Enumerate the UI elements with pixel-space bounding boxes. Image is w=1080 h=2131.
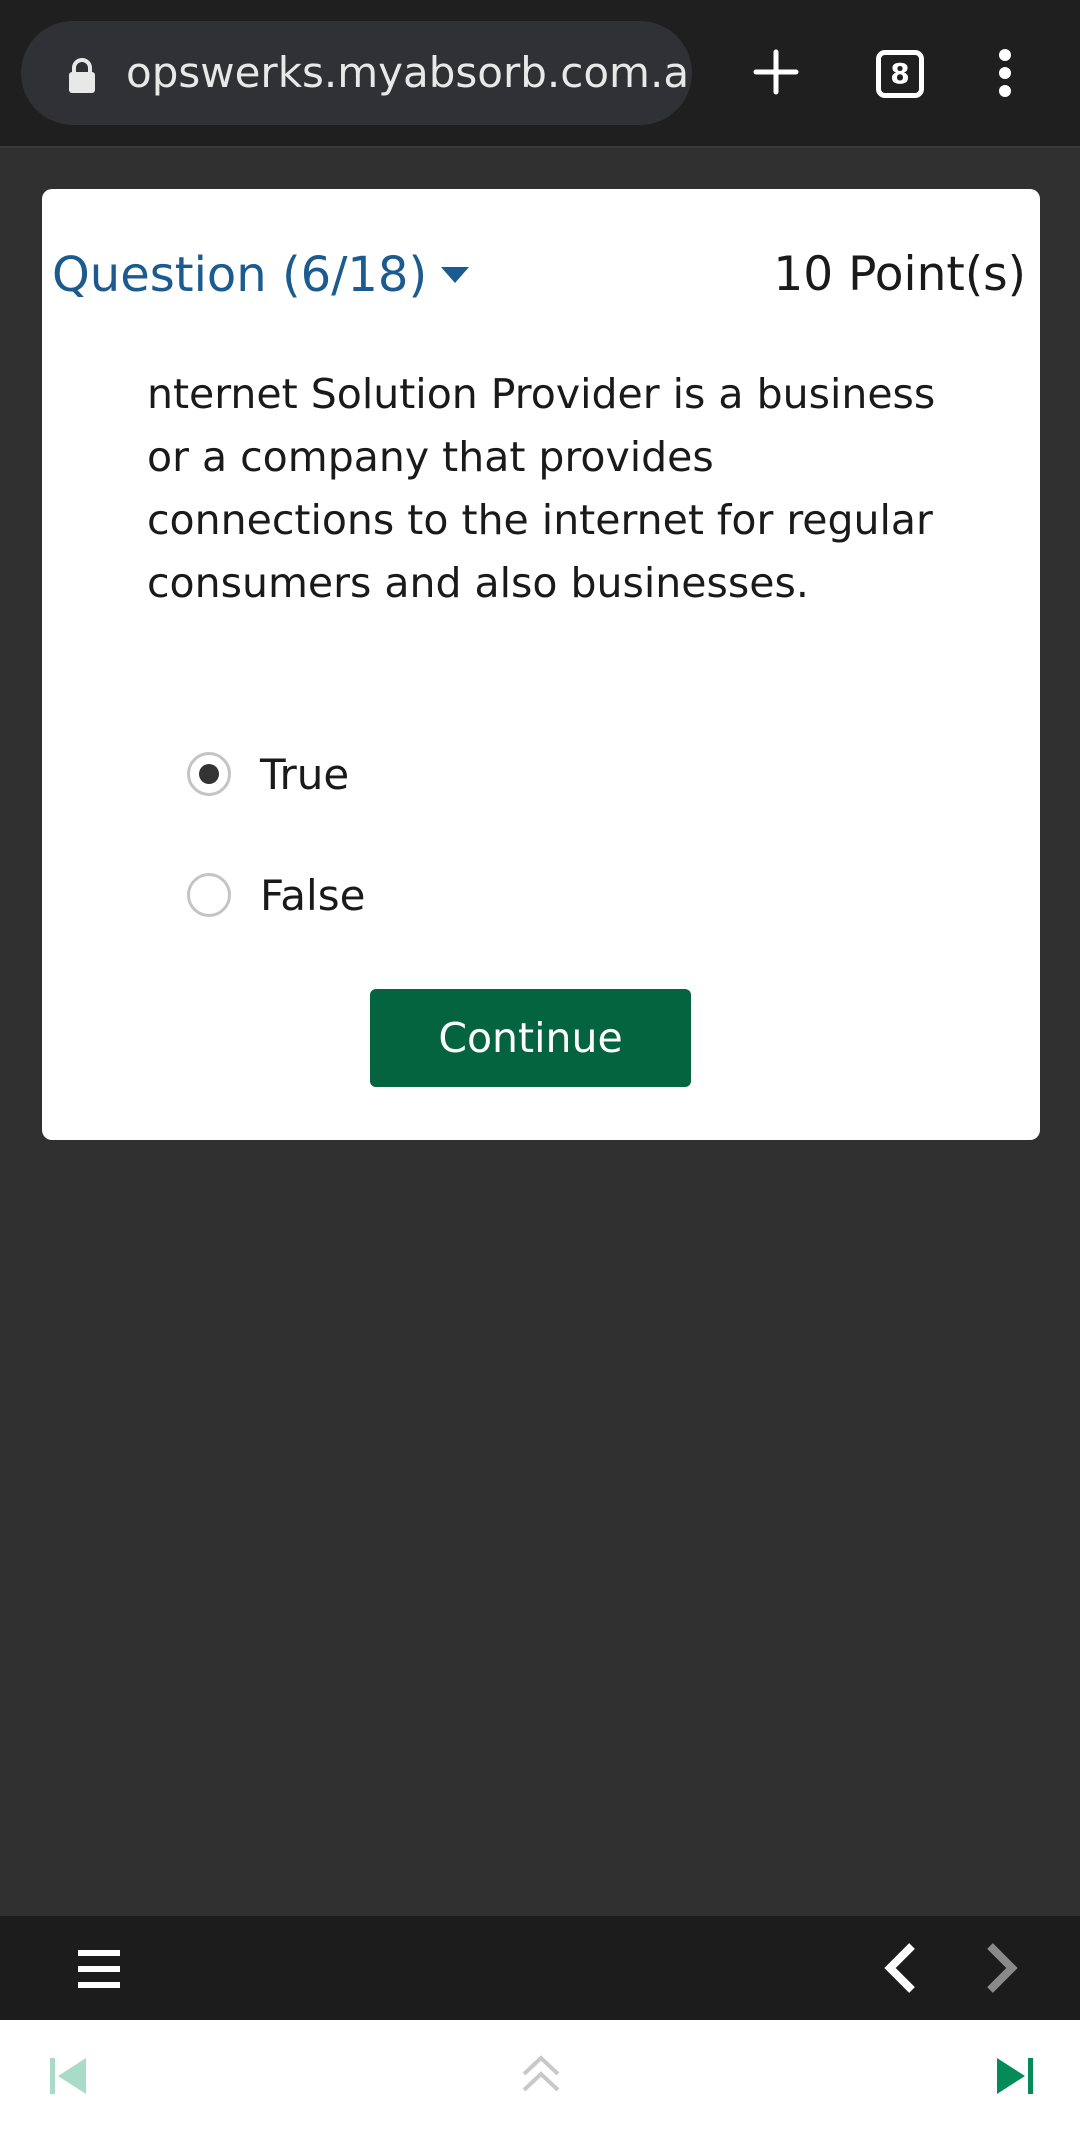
caret-down-icon (441, 267, 470, 283)
more-menu-icon[interactable] (996, 48, 1014, 98)
hamburger-menu-icon[interactable] (78, 1950, 120, 1988)
question-text: nternet Solution Provider is a business … (147, 370, 936, 607)
bottom-navigation (0, 2020, 1080, 2131)
question-selector-dropdown[interactable]: Question (6/18) (52, 240, 470, 310)
new-tab-icon[interactable] (752, 48, 800, 96)
chevron-left-icon[interactable] (880, 1942, 920, 1994)
option-label-false: False (260, 870, 366, 920)
chevron-right-icon[interactable] (982, 1942, 1022, 1994)
address-bar[interactable]: opswerks.myabsorb.com.au (21, 21, 692, 125)
tabs-count-icon[interactable]: 8 (876, 50, 924, 98)
skip-forward-icon[interactable] (995, 2056, 1035, 2096)
lock-icon (69, 58, 95, 93)
browser-toolbar: opswerks.myabsorb.com.au 8 (0, 0, 1080, 148)
question-selector-label: Question (6/18) (52, 247, 428, 303)
continue-button[interactable]: Continue (370, 989, 691, 1087)
option-label-true: True (260, 749, 350, 799)
url-text: opswerks.myabsorb.com.au (126, 48, 691, 97)
option-false[interactable]: False (187, 864, 365, 926)
radio-false[interactable] (187, 873, 231, 917)
skip-back-icon[interactable] (48, 2056, 88, 2096)
option-true[interactable]: True (187, 743, 349, 805)
points-label: 10 Point(s) (773, 247, 1026, 302)
radio-true[interactable] (187, 752, 231, 796)
player-toolbar (0, 1916, 1080, 2020)
double-chevron-up-icon[interactable] (520, 2054, 562, 2096)
